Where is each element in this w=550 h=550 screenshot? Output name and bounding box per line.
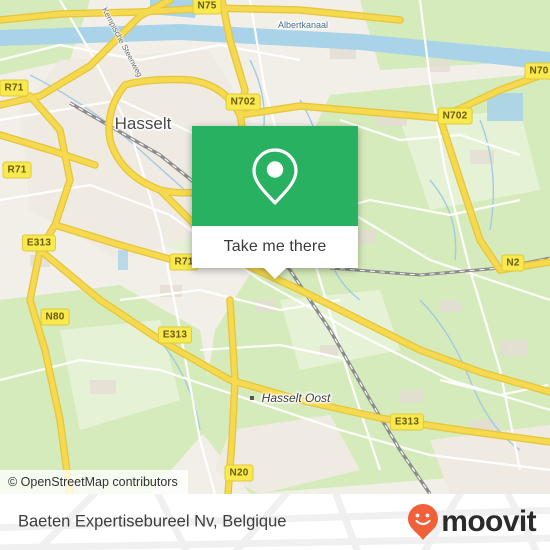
callout-pointer — [264, 268, 286, 279]
moovit-smiley-pin-icon — [408, 504, 439, 540]
callout-icon-area[interactable] — [192, 126, 358, 226]
road-shield-n70[interactable]: N70 — [524, 62, 550, 80]
road-shield-e313-mid[interactable]: E313 — [157, 326, 193, 344]
place-label-albertkanaal: Albertkanaal — [277, 20, 329, 30]
road-shield-e313-east[interactable]: E313 — [389, 413, 425, 431]
place-label-hasselt-oost: Hasselt Oost — [261, 391, 331, 405]
take-me-there-callout[interactable]: Take me there — [192, 126, 358, 279]
map-screenshot: Hasselt Hasselt Oost Albertkanaal Kempis… — [0, 0, 550, 550]
road-shield-n80[interactable]: N80 — [40, 308, 70, 326]
road-shield-n702-west[interactable]: N702 — [225, 93, 261, 111]
map-pin-icon — [252, 148, 298, 205]
road-shield-e313-west[interactable]: E313 — [21, 234, 57, 252]
road-shield-r71-west[interactable]: R71 — [2, 161, 32, 179]
road-shield-n2[interactable]: N2 — [501, 254, 525, 272]
road-shield-n75[interactable]: N75 — [192, 0, 222, 15]
road-shield-n20[interactable]: N20 — [224, 464, 254, 482]
callout-footer[interactable]: Take me there — [192, 226, 358, 279]
osm-attribution[interactable]: © OpenStreetMap contributors — [0, 470, 188, 494]
footer-bar: Baeten Expertisebureel Nv, Belgique moov… — [0, 494, 550, 550]
place-marker-hasselt-oost — [250, 396, 254, 400]
moovit-wordmark: moovit — [441, 505, 536, 538]
map-canvas[interactable]: Hasselt Hasselt Oost Albertkanaal Kempis… — [0, 0, 550, 494]
moovit-logo[interactable]: moovit — [407, 503, 537, 541]
page-title: Baeten Expertisebureel Nv, Belgique — [18, 512, 287, 531]
callout-label: Take me there — [223, 238, 327, 255]
road-shield-n702-east[interactable]: N702 — [437, 107, 473, 125]
road-shield-r71-north[interactable]: R71 — [0, 79, 29, 97]
place-label-hasselt: Hasselt — [114, 114, 172, 133]
